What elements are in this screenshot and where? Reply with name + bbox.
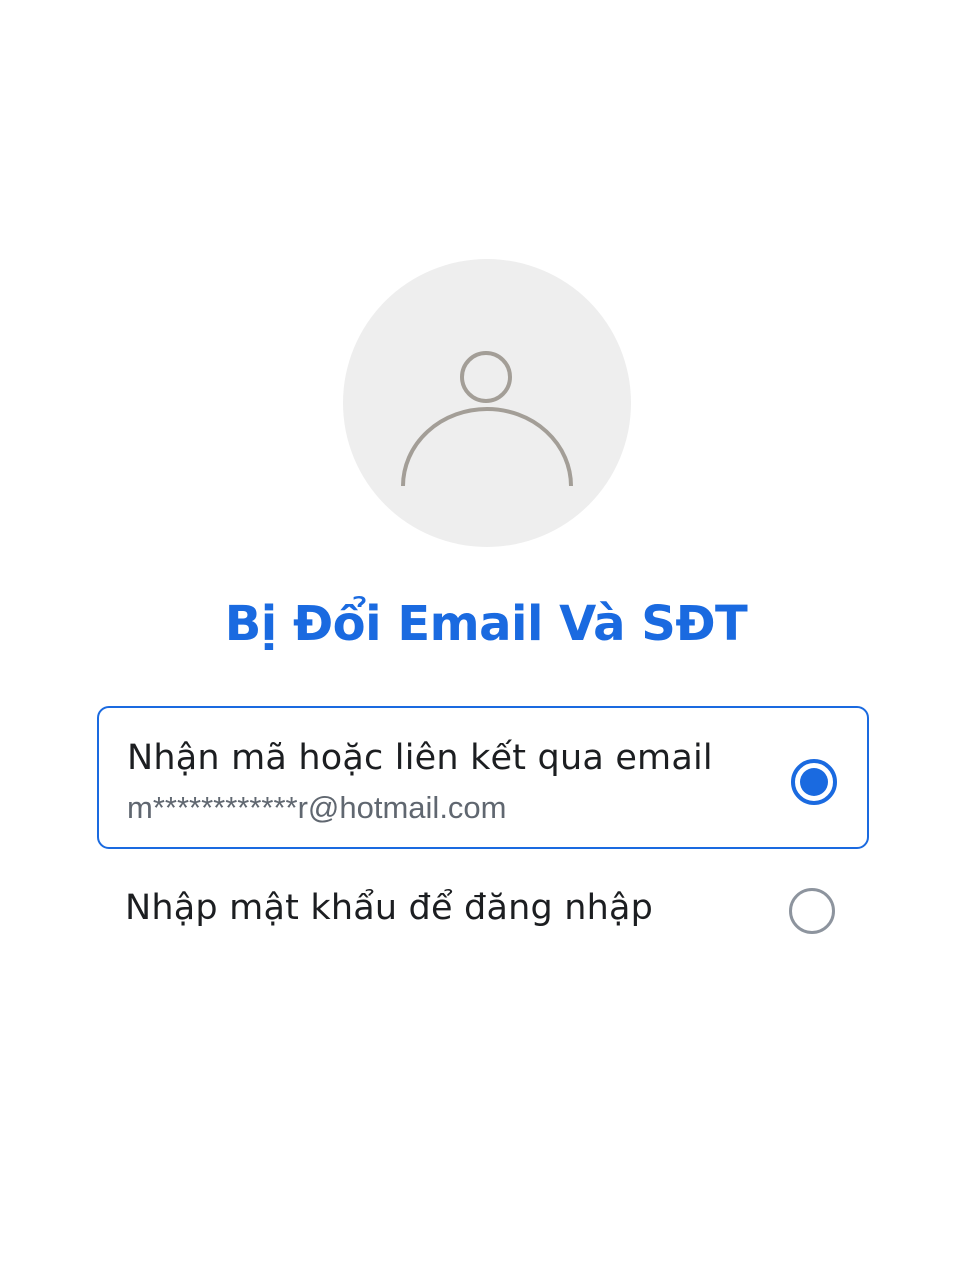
option-email-code[interactable]: Nhận mã hoặc liên kết qua email m*******… bbox=[97, 706, 869, 849]
option-email-code-label: Nhận mã hoặc liên kết qua email bbox=[127, 738, 713, 778]
profile-avatar bbox=[343, 259, 631, 547]
radio-password-login[interactable] bbox=[789, 888, 835, 934]
person-placeholder-icon bbox=[401, 351, 573, 487]
radio-email-code[interactable] bbox=[791, 759, 837, 805]
masked-email: m************r@hotmail.com bbox=[127, 790, 507, 825]
option-password-login-label: Nhập mật khẩu để đăng nhập bbox=[125, 888, 654, 928]
page-title: Bị Đổi Email Và SĐT bbox=[224, 596, 748, 652]
option-password-login[interactable]: Nhập mật khẩu để đăng nhập bbox=[97, 866, 869, 958]
